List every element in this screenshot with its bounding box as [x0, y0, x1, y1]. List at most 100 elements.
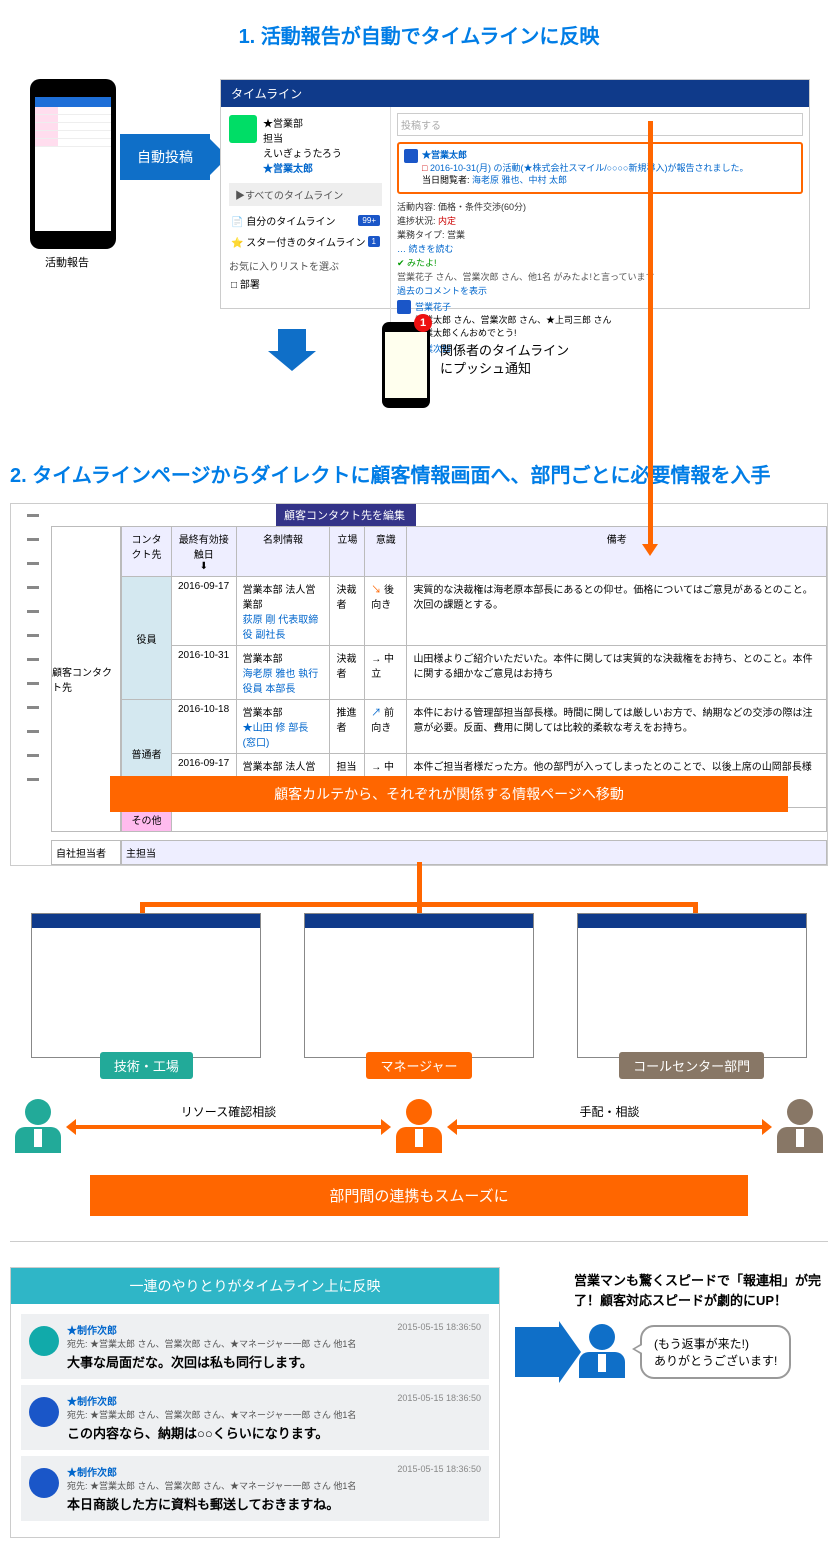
- th-date[interactable]: 最終有効接触日⬇: [172, 527, 237, 577]
- post-link-text[interactable]: 2016-10-31(月) の活動(★株式会社スマイル/○○○○新規導入)が報告…: [430, 163, 749, 173]
- th-role: 立場: [330, 527, 365, 577]
- h-arrow-right: 手配・相談: [455, 1125, 764, 1129]
- post-author[interactable]: ★営業太郎: [422, 150, 467, 160]
- tab-star-label: スター付きのタイムライン: [246, 238, 365, 249]
- table-row: 2016-10-31 営業本部海老原 雅也 執行役員 本部長 決裁者 → 中立 …: [122, 646, 827, 700]
- orange-banner-1: 顧客カルテから、それぞれが関係する情報ページへ移動: [110, 776, 788, 812]
- comment-user-icon: [397, 300, 411, 314]
- readers[interactable]: 海老原 雅也、中村 太郎: [472, 175, 567, 185]
- auto-post-label: 自動投稿: [137, 147, 193, 167]
- dept-label-callcenter: コールセンター部門: [619, 1052, 764, 1079]
- result-headline: 営業マンも驚くスピードで「報連相」が完了！顧客対応スピードが劇的にUP！: [574, 1271, 828, 1310]
- like-label: ✔ みたよ!: [397, 256, 803, 269]
- arrow-right-label: 手配・相談: [455, 1103, 764, 1120]
- dept-screen-manager: [304, 913, 534, 1058]
- show-comments-link[interactable]: 過去のコメントを表示: [397, 284, 803, 297]
- meta2-label: 進捗状況:: [397, 216, 436, 226]
- th-contact: コンタクト先: [122, 527, 172, 577]
- meta1: 価格・条件交渉(60分): [438, 202, 526, 212]
- timeline-tab-mine[interactable]: 📄 自分のタイムライン 99+: [229, 210, 382, 231]
- section-1-diagram: 活動報告 自動投稿 タイムライン ★営業部 担当 えいぎょうたろう ★営業太郎 …: [10, 69, 828, 429]
- h-arrow-left: リソース確認相談: [74, 1125, 383, 1129]
- spiral-binding-icon: [27, 514, 39, 794]
- section-2-title: 2. タイムラインページからダイレクトに顧客情報画面へ、部門ごとに必要情報を入手: [10, 459, 828, 488]
- section-1-title: 1. 活動報告が自動でタイムラインに反映: [10, 20, 828, 49]
- post-recipients: 宛先: ★営業太郎 さん、営業次郎 さん、★マネージャー一郎 さん 他1名: [67, 1479, 389, 1492]
- post-avatar-icon: [29, 1468, 59, 1498]
- timeline-panel: タイムライン ★営業部 担当 えいぎょうたろう ★営業太郎 ▶すべてのタイムライ…: [220, 79, 810, 309]
- side-label-2: 自社担当者: [51, 840, 121, 865]
- meta1-label: 活動内容:: [397, 202, 436, 212]
- section-2-text: タイムラインページからダイレクトに顧客情報画面へ、部門ごとに必要情報を入手: [32, 465, 770, 487]
- activity-report-phone: [30, 79, 116, 249]
- main-person-label: 主担当: [121, 840, 827, 865]
- arrow-left-label: リソース確認相談: [74, 1103, 383, 1120]
- th-intent: 意識: [365, 527, 407, 577]
- vertical-orange-arrow: [648, 121, 653, 546]
- auto-post-arrow: 自動投稿: [120, 134, 210, 180]
- post-message: 大事な局面だな。次回は私も同行します。: [67, 1352, 389, 1371]
- fav-item-dept[interactable]: □ 部署: [229, 273, 382, 294]
- post-user-icon: [404, 149, 418, 163]
- timeline-tab-star[interactable]: ⭐ スター付きのタイムライン 1: [229, 231, 382, 252]
- timeline-tab-all[interactable]: ▶すべてのタイムライン: [229, 183, 382, 206]
- table-row: 普通者 2016-10-18 営業本部★山田 修 部長 (窓口) 推進者 ↗ 前…: [122, 700, 827, 754]
- fav-list-label: お気に入りリストを選ぶ: [229, 258, 382, 273]
- result-header: 一連のやりとりがタイムライン上に反映: [11, 1268, 499, 1304]
- th-note: 備考: [407, 527, 827, 577]
- user-kana: えいぎょうたろう: [263, 145, 342, 160]
- badge-99: 99+: [358, 215, 380, 226]
- badge-1: 1: [368, 236, 380, 247]
- highlighted-post: ★営業太郎 □ 2016-10-31(月) の活動(★株式会社スマイル/○○○○…: [397, 142, 803, 194]
- post-recipients: 宛先: ★営業太郎 さん、営業次郎 さん、★マネージャー一郎 さん 他1名: [67, 1408, 389, 1421]
- timeline-post: ★制作次郎宛先: ★営業太郎 さん、営業次郎 さん、★マネージャー一郎 さん 他…: [21, 1456, 489, 1521]
- meta2: 内定: [438, 216, 456, 226]
- section-1-num: 1.: [239, 26, 256, 48]
- read-more-link[interactable]: … 続きを読む: [397, 242, 803, 255]
- post-author[interactable]: ★制作次郎: [67, 1393, 389, 1408]
- timeline-post: ★制作次郎宛先: ★営業太郎 さん、営業次郎 さん、★マネージャー一郎 さん 他…: [21, 1314, 489, 1379]
- person-manager-icon: [391, 1099, 447, 1155]
- meta3: 営業: [447, 230, 465, 240]
- dept-label-manager: マネージャー: [366, 1052, 471, 1079]
- post-author[interactable]: ★制作次郎: [67, 1464, 389, 1479]
- table-row: 役員 2016-09-17 営業本部 法人営業部荻原 剛 代表取締役 副社長 決…: [122, 577, 827, 646]
- tab-mine-label: 自分のタイムライン: [246, 217, 335, 228]
- readers-label: 当日閲覧者:: [422, 175, 470, 185]
- post-avatar-icon: [29, 1326, 59, 1356]
- dept-label-tech: 技術・工場: [100, 1052, 193, 1079]
- separator: [10, 1241, 828, 1242]
- section-2-num: 2.: [10, 465, 27, 487]
- post-recipients: 宛先: ★営業太郎 さん、営業次郎 さん、★マネージャー一郎 さん 他1名: [67, 1337, 389, 1350]
- dept-screen-callcenter: [577, 913, 807, 1058]
- table-edit-header: 顧客コンタクト先を編集: [276, 504, 416, 526]
- post-author[interactable]: ★制作次郎: [67, 1322, 389, 1337]
- user-role: 担当: [263, 130, 342, 145]
- push-arrow-icon: [268, 329, 308, 375]
- user-avatar-icon: [229, 115, 257, 143]
- orange-banner-2: 部門間の連携もスムーズに: [90, 1175, 748, 1216]
- section-3: 一連のやりとりがタイムライン上に反映 ★制作次郎宛先: ★営業太郎 さん、営業次…: [10, 1267, 828, 1538]
- push-badge: 1: [414, 314, 432, 332]
- c1-name[interactable]: 営業花子: [415, 302, 451, 312]
- timeline-result-panel: 一連のやりとりがタイムライン上に反映 ★制作次郎宛先: ★営業太郎 さん、営業次…: [10, 1267, 500, 1538]
- dept-screen-tech: [31, 913, 261, 1058]
- post-timestamp: 2015-05-15 18:36:50: [397, 1322, 481, 1371]
- post-avatar-icon: [29, 1397, 59, 1427]
- user-dept: ★営業部: [263, 115, 342, 130]
- c1-text: 営業太郎 さん、営業次郎 さん、★上司三郎 さん: [415, 315, 612, 325]
- post-input[interactable]: 投稿する: [397, 113, 803, 136]
- person-sales-icon: [574, 1324, 630, 1380]
- result-arrow-icon: [515, 1327, 559, 1377]
- push-notification-phone: [382, 322, 430, 408]
- timeline-header: タイムライン: [221, 80, 809, 107]
- speech-line-2: ありがとうございます!: [654, 1352, 777, 1369]
- speech-line-1: (もう返事が来た!): [654, 1335, 777, 1352]
- post-timestamp: 2015-05-15 18:36:50: [397, 1464, 481, 1513]
- speech-bubble: (もう返事が来た!) ありがとうございます!: [640, 1325, 791, 1379]
- timeline-post: ★制作次郎宛先: ★営業太郎 さん、営業次郎 さん、★マネージャー一郎 さん 他…: [21, 1385, 489, 1450]
- section-1-text: 活動報告が自動でタイムラインに反映: [261, 26, 600, 48]
- person-callcenter-icon: [772, 1099, 828, 1155]
- post-timestamp: 2015-05-15 18:36:50: [397, 1393, 481, 1442]
- person-tech-icon: [10, 1099, 66, 1155]
